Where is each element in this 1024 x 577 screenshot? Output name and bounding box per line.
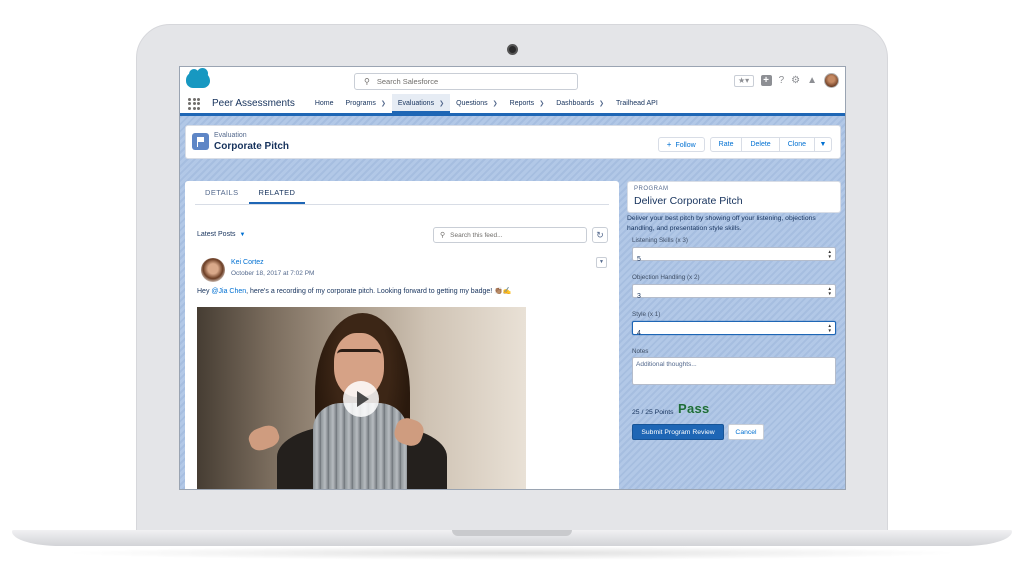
nav-label: Dashboards (556, 100, 594, 107)
style-input[interactable] (633, 327, 813, 340)
app-launcher-icon[interactable] (188, 97, 200, 110)
program-title: Deliver Corporate Pitch (634, 195, 743, 207)
laptop-notch (452, 530, 572, 536)
favorites-star-icon[interactable]: ★▾ (733, 74, 754, 87)
chevron-down-icon[interactable]: ❯ (381, 101, 386, 107)
feed-search-input[interactable] (450, 231, 581, 239)
global-header: ⚲ ★▾ + ? ⚙ ▲ (180, 67, 845, 94)
user-avatar[interactable] (824, 73, 839, 88)
tab-details[interactable]: DETAILS (195, 181, 249, 204)
points-total: 25 / 25 Points (632, 409, 674, 416)
pass-result: Pass (678, 401, 710, 416)
laptop-shadow (60, 546, 964, 560)
nav-item-home[interactable]: Home (309, 94, 340, 113)
chevron-down-icon[interactable]: ❯ (599, 101, 604, 107)
nav-item-programs[interactable]: Programs ❯ (340, 94, 392, 113)
record-title: Corporate Pitch (214, 141, 290, 152)
stepper-icon[interactable]: ▲ ▼ (828, 286, 832, 296)
tab-related[interactable]: RELATED (248, 181, 306, 204)
video-frame-hand (246, 422, 282, 454)
screen: ⚲ ★▾ + ? ⚙ ▲ Peer Assessments Home Progr… (179, 66, 846, 490)
notes-field[interactable] (632, 357, 836, 385)
nav-item-evaluations[interactable]: Evaluations ❯ (391, 94, 451, 113)
style-label: Style (x 1) (632, 311, 661, 318)
stepper-icon[interactable]: ▲ ▼ (828, 323, 832, 333)
rate-button[interactable]: Rate (709, 137, 743, 152)
nav-item-reports[interactable]: Reports ❯ (504, 94, 551, 113)
objection-handling-label: Objection Handling (x 2) (632, 274, 700, 281)
delete-button[interactable]: Delete (741, 137, 780, 152)
follow-button[interactable]: + Follow (657, 137, 705, 152)
nav-label: Programs (345, 100, 376, 107)
program-kicker: PROGRAM (634, 186, 669, 192)
header-utility-icons: ★▾ + ? ⚙ ▲ (733, 73, 839, 88)
app-nav-bar: Peer Assessments Home Programs ❯ Evaluati… (180, 94, 845, 116)
objection-handling-input[interactable] (633, 290, 813, 303)
webcam-icon (507, 44, 518, 55)
nav-label: Questions (456, 100, 488, 107)
program-description: Deliver your best pitch by showing off y… (627, 215, 816, 232)
program-card: PROGRAM Deliver Corporate Pitch (627, 181, 841, 213)
feed-search[interactable]: ⚲ (433, 227, 587, 243)
video-frame-glasses (337, 349, 381, 359)
feed-sort-menu[interactable]: Latest Posts ▼ (197, 231, 245, 238)
video-player[interactable] (197, 307, 526, 489)
notes-textarea[interactable] (636, 361, 832, 383)
caret-down-icon: ▼ (239, 232, 246, 238)
submit-program-review-button[interactable]: Submit Program Review (632, 424, 724, 440)
post-author-avatar[interactable] (201, 258, 225, 282)
nav-item-questions[interactable]: Questions ❯ (450, 94, 504, 113)
follow-label: Follow (675, 142, 696, 149)
stepper-icon[interactable]: ▲ ▼ (828, 249, 832, 259)
record-tabs: DETAILS RELATED (195, 181, 609, 205)
notifications-bell-icon[interactable]: ▲ (807, 74, 817, 88)
refresh-icon[interactable]: ↻ (592, 227, 608, 243)
mention-link[interactable]: @Jia Chen (211, 288, 246, 295)
more-actions-chevron-down-icon[interactable]: ▼ (814, 137, 832, 152)
post-text: Hey (197, 288, 212, 295)
post-menu-chevron-down-icon[interactable]: ▼ (596, 257, 607, 268)
salesforce-logo-icon[interactable] (186, 68, 210, 88)
clone-button[interactable]: Clone (778, 137, 815, 152)
nav-label: Trailhead API (616, 100, 658, 107)
feed-sort-label: Latest Posts (197, 231, 236, 238)
flag-icon (192, 133, 209, 150)
chevron-down-icon[interactable]: ❯ (439, 101, 444, 107)
chevron-down-icon[interactable]: ❯ (493, 101, 498, 107)
search-icon: ⚲ (440, 232, 446, 239)
objection-handling-field[interactable]: ▲▼ (632, 284, 836, 303)
listening-skills-label: Listening Skills (x 3) (632, 237, 688, 244)
add-icon[interactable]: + (760, 75, 772, 86)
cancel-button[interactable]: Cancel (728, 424, 764, 440)
nav-label: Evaluations (397, 100, 435, 107)
search-icon: ⚲ (364, 77, 370, 86)
listening-skills-input[interactable] (633, 253, 813, 266)
post-author-link[interactable]: Kei Cortez (231, 259, 264, 266)
post-text: , here's a recording of my corporate pit… (246, 288, 512, 295)
help-icon[interactable]: ? (779, 74, 785, 88)
play-icon[interactable] (343, 381, 379, 417)
listening-skills-field[interactable]: ▲▼ (632, 247, 836, 266)
laptop-mockup: ⚲ ★▾ + ? ⚙ ▲ Peer Assessments Home Progr… (0, 0, 1024, 577)
app-name: Peer Assessments (212, 98, 295, 109)
post-timestamp[interactable]: October 18, 2017 at 7:02 PM (231, 270, 314, 277)
notes-label: Notes (632, 348, 649, 355)
nav-item-trailhead-api[interactable]: Trailhead API (610, 94, 664, 113)
plus-icon: + (666, 140, 672, 149)
style-field[interactable]: ▲▼ (632, 321, 836, 340)
setup-gear-icon[interactable]: ⚙ (791, 74, 800, 88)
nav-label: Reports (509, 100, 535, 107)
global-search[interactable]: ⚲ (354, 73, 578, 90)
record-type-label: Evaluation (214, 132, 247, 139)
nav-label: Home (314, 100, 334, 107)
chevron-down-icon[interactable]: ❯ (539, 101, 544, 107)
nav-item-dashboards[interactable]: Dashboards ❯ (550, 94, 610, 113)
record-highlights: Evaluation Corporate Pitch + Follow Rate … (185, 125, 841, 159)
global-search-input[interactable] (376, 77, 557, 86)
feed-panel: DETAILS RELATED Latest Posts▼ ⚲ ↻ Kei Co… (185, 181, 619, 489)
record-actions: + Follow Rate Delete Clone ▼ (657, 137, 832, 152)
post-body: Hey @Jia Chen, here's a recording of my … (197, 287, 512, 295)
